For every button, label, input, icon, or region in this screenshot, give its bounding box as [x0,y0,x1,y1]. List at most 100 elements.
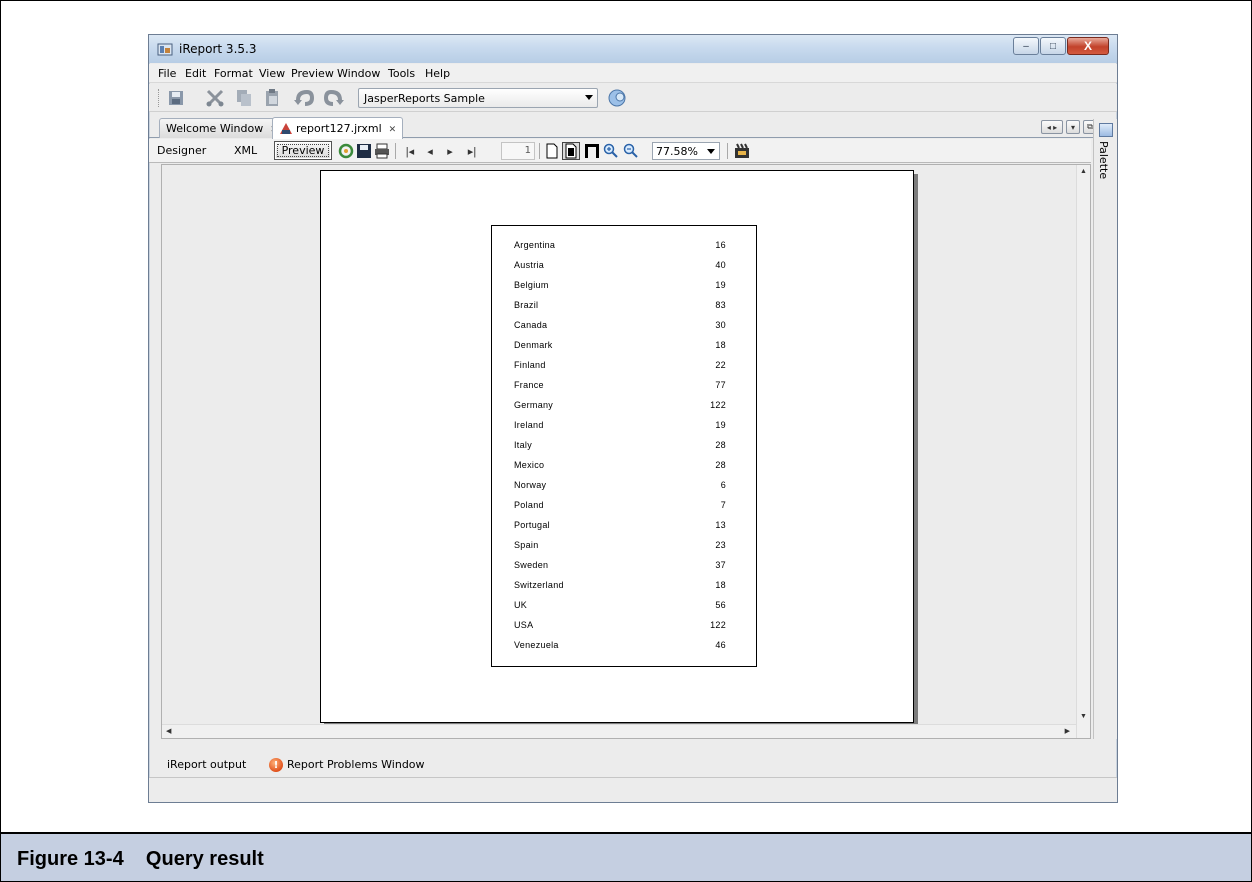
menu-file[interactable]: File [158,67,176,80]
count-cell: 16 [715,240,726,250]
table-row: USA 122 [514,620,734,632]
vertical-scrollbar[interactable]: ▲ ▼ [1076,165,1090,738]
count-cell: 28 [715,440,726,450]
next-page-icon[interactable]: ▸ [441,142,459,160]
country-cell: Mexico [514,460,545,470]
fit-page-icon[interactable] [562,142,580,160]
table-row: Brazil 83 [514,300,734,312]
ireport-window: iReport 3.5.3 – □ X File Edit Format Vie… [148,34,1118,803]
chevron-down-icon[interactable] [707,149,715,154]
country-cell: Venezuela [514,640,559,650]
paste-icon[interactable] [261,88,283,108]
previous-page-icon[interactable]: ◂ [421,142,439,160]
save-icon[interactable] [165,88,187,108]
zoom-out-icon[interactable] [622,142,640,160]
table-row: Canada 30 [514,320,734,332]
menu-preview[interactable]: Preview [291,67,334,80]
tab-welcome-window-label: Welcome Window [166,122,264,135]
scroll-left-icon[interactable]: ◀ [166,727,171,735]
table-row: Portugal 13 [514,520,734,532]
report-problems-tab[interactable]: Report Problems Window [287,758,425,771]
country-cell: Norway [514,480,547,490]
menu-view[interactable]: View [259,67,285,80]
count-cell: 30 [715,320,726,330]
report-page: Argentina 16 Austria 40 Belgium 19 Brazil 83… [320,170,914,723]
count-cell: 83 [715,300,726,310]
country-cell: Germany [514,400,554,410]
scroll-down-icon[interactable]: ▼ [1080,713,1087,720]
designer-tab[interactable]: Designer [157,144,206,157]
tab-scroll-arrows[interactable]: ◂ ▸ [1041,120,1063,134]
count-cell: 40 [715,260,726,270]
scroll-up-icon[interactable]: ▲ [1080,168,1087,175]
editor-tabs: Welcome Window✕ report127.jrxml ✕ ◂ ▸ ▾ ⧉ [149,116,1117,139]
xml-tab[interactable]: XML [234,144,257,157]
fit-width-icon[interactable] [583,142,601,160]
preview-tab[interactable]: Preview [274,141,332,160]
cut-icon[interactable] [204,88,226,108]
save-report-icon[interactable] [355,142,373,160]
tab-list-icon[interactable]: ▾ [1066,120,1080,134]
scroll-right-icon[interactable]: ▶ [1065,727,1070,735]
country-cell: Finland [514,360,546,370]
country-cell: Spain [514,540,539,550]
count-cell: 19 [715,280,726,290]
export-icon[interactable] [733,142,751,160]
datasource-select-value: JasperReports Sample [364,92,485,105]
ireport-app-icon [157,43,173,56]
count-cell: 7 [720,500,726,510]
close-button[interactable]: X [1067,37,1109,55]
count-cell: 46 [715,640,726,650]
menu-edit[interactable]: Edit [185,67,206,80]
count-cell: 18 [715,340,726,350]
menu-bar: File Edit Format View Preview Window Too… [149,64,1117,83]
title-bar[interactable]: iReport 3.5.3 – □ X [149,35,1117,63]
menu-help[interactable]: Help [425,67,450,80]
last-page-icon[interactable]: ▸| [463,142,481,160]
page-number-field[interactable]: 1 [501,142,535,160]
count-cell: 37 [715,560,726,570]
tab-report127[interactable]: report127.jrxml ✕ [272,117,404,139]
close-tab-icon[interactable]: ✕ [389,125,397,135]
refresh-icon[interactable] [337,142,355,160]
country-cell: Belgium [514,280,549,290]
country-cell: Ireland [514,420,544,430]
minimize-button[interactable]: – [1013,37,1039,55]
zoom-select-value: 77.58% [656,145,698,158]
table-row: Italy 28 [514,440,734,452]
table-row: Germany 122 [514,400,734,412]
horizontal-scrollbar[interactable]: ◀ ▶ [162,724,1076,738]
chevron-down-icon[interactable] [585,95,593,100]
country-cell: Poland [514,500,544,510]
palette-tab[interactable]: Palette [1097,141,1110,179]
menu-tools[interactable]: Tools [388,67,415,80]
country-cell: Canada [514,320,548,330]
undo-icon[interactable] [293,88,315,108]
main-toolbar: JasperReports Sample [149,84,1117,112]
print-icon[interactable] [373,142,391,160]
zoom-in-icon[interactable] [602,142,620,160]
menu-window[interactable]: Window [337,67,380,80]
country-cell: Sweden [514,560,549,570]
palette-icon[interactable] [1099,123,1113,137]
datasource-report-icon[interactable] [606,88,628,108]
actual-size-icon[interactable] [543,142,561,160]
copy-icon[interactable] [233,88,255,108]
datasource-select[interactable]: JasperReports Sample [358,88,598,108]
toolbar-grip[interactable] [158,89,161,107]
menu-format[interactable]: Format [214,67,253,80]
toolbar-separator [539,143,540,159]
count-cell: 6 [720,480,726,490]
redo-icon[interactable] [323,88,345,108]
maximize-button[interactable]: □ [1040,37,1066,55]
table-row: Sweden 37 [514,560,734,572]
tab-welcome-window[interactable]: Welcome Window✕ [159,118,285,138]
first-page-icon[interactable]: |◂ [401,142,419,160]
ireport-output-tab[interactable]: iReport output [167,758,246,771]
table-row: France 77 [514,380,734,392]
preview-toolbar: Designer XML Preview |◂ ◂ ▸ ▸| 1 77.58% [149,139,1091,163]
country-cell: Brazil [514,300,539,310]
count-cell: 28 [715,460,726,470]
table-row: Switzerland 18 [514,580,734,592]
zoom-select[interactable]: 77.58% [652,142,720,160]
